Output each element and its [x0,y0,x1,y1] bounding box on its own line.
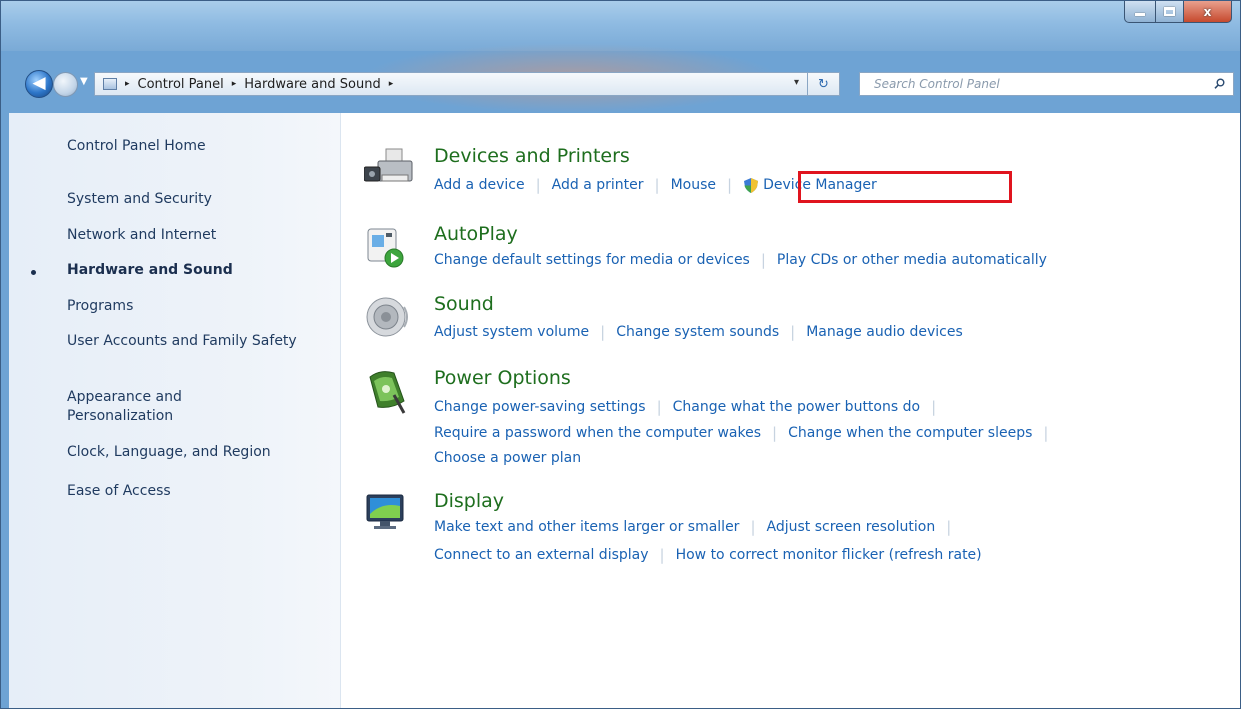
link-row: Make text and other items larger or smal… [434,518,962,536]
link-adjust-screen-resolution[interactable]: Adjust screen resolution [767,519,936,535]
sidebar-item-control-panel-home[interactable]: Control Panel Home [67,137,206,156]
link-make-text-larger[interactable]: Make text and other items larger or smal… [434,519,739,535]
link-add-a-printer[interactable]: Add a printer [552,177,644,193]
link-divider: | [600,323,606,341]
sidebar-item-system-and-security[interactable]: System and Security [67,190,212,209]
address-bar[interactable]: ▸ Control Panel ▸ Hardware and Sound ▸ ▾… [94,72,840,96]
refresh-button[interactable]: ↻ [807,72,839,96]
link-divider: | [750,518,756,536]
monitor-icon [366,494,404,529]
link-divider: | [760,251,766,269]
search-icon[interactable] [1214,78,1225,89]
close-icon: x [1203,4,1212,19]
link-row: Change power-saving settings | Change wh… [434,398,947,416]
sidebar-item-clock-language-region[interactable]: Clock, Language, and Region [67,443,271,462]
link-divider: | [946,518,952,536]
sidebar-item-user-accounts[interactable]: User Accounts and Family Safety [67,332,297,351]
link-divider: | [654,176,660,194]
maximize-button[interactable] [1156,1,1184,23]
link-divider: | [656,398,662,416]
autoplay-icon [367,228,404,268]
control-panel-icon [103,78,117,90]
link-manage-audio-devices[interactable]: Manage audio devices [806,324,963,340]
breadcrumb-separator[interactable]: ▸ [389,79,394,89]
breadcrumb-hardware-and-sound[interactable]: Hardware and Sound [244,77,380,92]
link-divider: | [659,546,665,564]
maximize-icon [1164,7,1175,16]
link-divider: | [1043,424,1049,442]
link-row: Change default settings for media or dev… [434,251,1047,269]
link-change-system-sounds[interactable]: Change system sounds [616,324,779,340]
minimize-icon [1135,13,1145,16]
sidebar-item-programs[interactable]: Programs [67,297,133,316]
link-change-power-buttons[interactable]: Change what the power buttons do [673,399,920,415]
sidebar-item-appearance[interactable]: Appearance and Personalization [67,388,247,426]
link-divider: | [772,424,778,442]
printer-icon [364,148,413,182]
link-row: Require a password when the computer wak… [434,424,1059,442]
forward-button[interactable] [53,72,78,97]
breadcrumb-separator[interactable]: ▸ [125,79,130,89]
sidebar-item-network-and-internet[interactable]: Network and Internet [67,226,216,245]
current-item-bullet [31,270,36,275]
sidebar-item-ease-of-access[interactable]: Ease of Access [67,482,171,501]
link-change-default-settings[interactable]: Change default settings for media or dev… [434,252,750,268]
history-dropdown-icon[interactable]: ▼ [80,76,88,87]
sidebar: Control Panel Home System and Security N… [9,113,341,708]
sidebar-item-hardware-and-sound: Hardware and Sound [67,262,233,278]
refresh-icon: ↻ [818,76,829,92]
link-mouse[interactable]: Mouse [671,177,716,193]
link-divider: | [931,398,937,416]
navigation-bar: ◀ ▼ ▸ Control Panel ▸ Hardware and Sound… [1,51,1240,113]
link-row: Connect to an external display | How to … [434,546,982,564]
link-correct-monitor-flicker[interactable]: How to correct monitor flicker (refresh … [676,547,982,563]
battery-icon [369,371,406,414]
search-input[interactable] [874,77,1194,91]
link-connect-external-display[interactable]: Connect to an external display [434,547,649,563]
link-row: Choose a power plan [434,450,581,466]
breadcrumb-separator[interactable]: ▸ [232,79,237,89]
link-row: Adjust system volume | Change system sou… [434,323,963,341]
link-divider: | [790,323,796,341]
link-divider: | [535,176,541,194]
uac-shield-icon [744,177,759,193]
back-arrow-icon: ◀ [32,73,46,93]
close-button[interactable]: x [1184,1,1232,23]
address-dropdown-icon[interactable]: ▾ [794,77,799,88]
link-change-power-saving-settings[interactable]: Change power-saving settings [434,399,646,415]
control-panel-window: x ◀ ▼ ▸ Control Panel ▸ Hardware and Sou… [0,0,1241,709]
link-adjust-system-volume[interactable]: Adjust system volume [434,324,589,340]
link-choose-power-plan[interactable]: Choose a power plan [434,450,581,466]
link-divider: | [727,176,733,194]
window-controls: x [1124,1,1232,23]
breadcrumb-control-panel[interactable]: Control Panel [138,77,224,92]
link-add-a-device[interactable]: Add a device [434,177,525,193]
category-title-sound[interactable]: Sound [434,293,494,315]
link-change-when-computer-sleeps[interactable]: Change when the computer sleeps [788,425,1032,441]
category-title-devices-and-printers[interactable]: Devices and Printers [434,145,630,167]
back-button[interactable]: ◀ [25,70,53,98]
category-title-power-options[interactable]: Power Options [434,367,571,389]
minimize-button[interactable] [1124,1,1156,23]
category-title-display[interactable]: Display [434,490,504,512]
category-title-autoplay[interactable]: AutoPlay [434,223,518,245]
link-require-password-on-wake[interactable]: Require a password when the computer wak… [434,425,761,441]
search-box[interactable] [859,72,1234,96]
speaker-icon [366,297,408,337]
device-manager-highlight-box [798,171,1012,203]
link-play-cds-automatically[interactable]: Play CDs or other media automatically [777,252,1047,268]
